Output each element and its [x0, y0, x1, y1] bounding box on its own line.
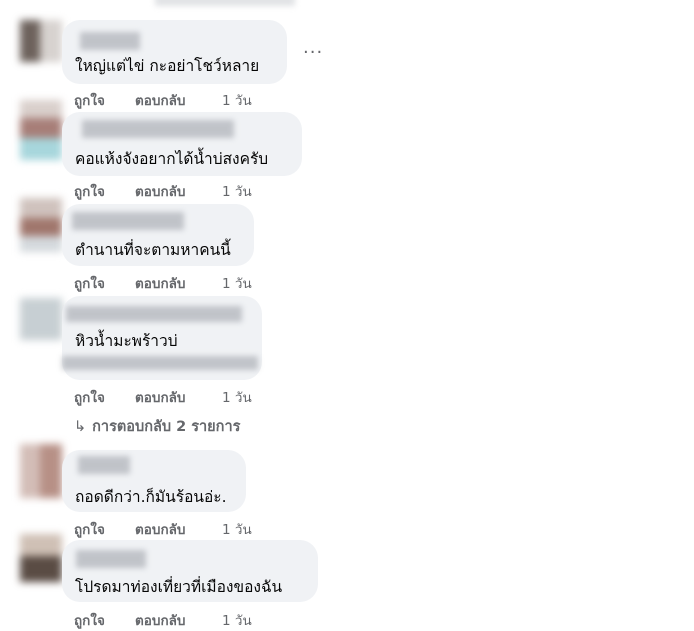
like-link[interactable]: ถูกใจ [74, 518, 135, 540]
timestamp[interactable]: 1 วัน [222, 386, 252, 408]
timestamp[interactable]: 1 วัน [222, 518, 252, 540]
comment-text: ใหญ่แต่ไข่ กะอย่าโชว์หลาย [75, 57, 260, 75]
avatar[interactable] [20, 534, 62, 582]
comment-bubble: ตำนานที่จะตามหาคนนี้ [62, 204, 254, 266]
reply-link[interactable]: ตอบกลับ [135, 180, 222, 202]
avatar[interactable] [20, 198, 62, 252]
commenter-name[interactable] [72, 212, 184, 230]
reply-arrow-icon: ↳ [74, 419, 87, 435]
comment-actions: ถูกใจ ตอบกลับ 1 วัน [74, 180, 252, 202]
commenter-name[interactable] [76, 550, 146, 568]
comment-text: โปรดมาท่องเที่ยวที่เมืองของฉัน [75, 578, 283, 596]
comment-actions: ถูกใจ ตอบกลับ 1 วัน [74, 609, 252, 631]
more-horizontal-icon[interactable]: ··· [303, 42, 323, 63]
avatar[interactable] [20, 444, 62, 498]
avatar[interactable] [20, 298, 62, 340]
timestamp[interactable]: 1 วัน [222, 89, 252, 111]
commenter-name[interactable] [82, 120, 234, 138]
reply-link[interactable]: ตอบกลับ [135, 386, 222, 408]
comment-actions: ถูกใจ ตอบกลับ 1 วัน [74, 386, 252, 408]
comment-bubble: หิวน้ำมะพร้าวบ่ [62, 296, 262, 380]
timestamp[interactable]: 1 วัน [222, 272, 252, 294]
avatar[interactable] [20, 20, 62, 62]
comment-bubble: ถอดดีกว่า.ก็มันร้อนอ่ะ. [62, 450, 246, 512]
timestamp[interactable]: 1 วัน [222, 609, 252, 631]
commenter-name[interactable] [78, 456, 130, 474]
reply-link[interactable]: ตอบกลับ [135, 609, 222, 631]
comment-text: หิวน้ำมะพร้าวบ่ [75, 332, 178, 350]
like-link[interactable]: ถูกใจ [74, 386, 135, 408]
comment-text: ตำนานที่จะตามหาคนนี้ [75, 241, 231, 259]
comment-bubble: ใหญ่แต่ไข่ กะอย่าโชว์หลาย [62, 20, 287, 84]
reply-link[interactable]: ตอบกลับ [135, 518, 222, 540]
like-link[interactable]: ถูกใจ [74, 89, 135, 111]
comment-actions: ถูกใจ ตอบกลับ 1 วัน [74, 272, 252, 294]
comment-actions: ถูกใจ ตอบกลับ 1 วัน [74, 518, 252, 540]
comment-text: คอแห้งจังอยากได้น้ำบ่สงครับ [75, 150, 269, 168]
comment-actions: ถูกใจ ตอบกลับ 1 วัน [74, 89, 252, 111]
commenter-name[interactable] [66, 306, 242, 322]
view-replies-label: การตอบกลับ 2 รายการ [92, 419, 241, 435]
like-link[interactable]: ถูกใจ [74, 609, 135, 631]
comment-text: ถอดดีกว่า.ก็มันร้อนอ่ะ. [75, 488, 227, 506]
view-replies-link[interactable]: ↳ การตอบกลับ 2 รายการ [74, 415, 240, 438]
commenter-name[interactable] [80, 32, 140, 50]
obscured-header-text [155, 0, 295, 6]
reply-link[interactable]: ตอบกลับ [135, 89, 222, 111]
like-link[interactable]: ถูกใจ [74, 180, 135, 202]
like-link[interactable]: ถูกใจ [74, 272, 135, 294]
comment-bubble: คอแห้งจังอยากได้น้ำบ่สงครับ [62, 112, 302, 176]
timestamp[interactable]: 1 วัน [222, 180, 252, 202]
obscured-comment-text [62, 356, 258, 370]
avatar[interactable] [20, 100, 62, 162]
reply-link[interactable]: ตอบกลับ [135, 272, 222, 294]
comment-bubble: โปรดมาท่องเที่ยวที่เมืองของฉัน [62, 540, 318, 602]
